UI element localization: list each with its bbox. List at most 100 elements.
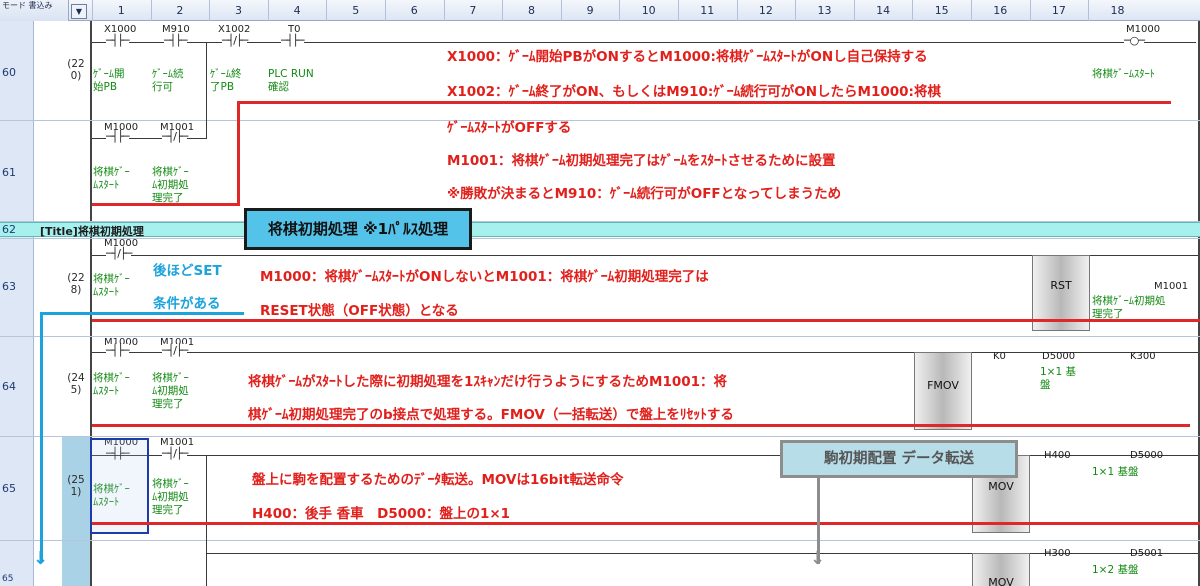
no-contact-icon[interactable]: ─┤├─ <box>164 34 187 47</box>
note-set-later: 後ほどSET <box>153 263 222 279</box>
no-contact-icon[interactable]: ─┤├─ <box>281 34 304 47</box>
mov-instruction[interactable]: MOV <box>972 553 1030 586</box>
comment: 1×1 基盤 <box>1092 466 1139 478</box>
column-separator <box>443 0 445 21</box>
column-separator <box>1088 0 1090 21</box>
nc-contact-icon[interactable]: ─┤/├─ <box>162 344 188 357</box>
column-number: 7 <box>469 4 477 17</box>
nc-contact-icon[interactable]: ─┤/├─ <box>162 447 188 460</box>
column-number: 13 <box>817 4 832 17</box>
annotation-line <box>237 101 1171 104</box>
cursor-selection[interactable] <box>90 438 149 534</box>
column-separator <box>150 0 152 21</box>
operand-k300[interactable]: K300 <box>1130 351 1156 362</box>
column-separator <box>385 0 386 21</box>
operand-d5000[interactable]: D5000 <box>1130 450 1163 461</box>
operand-d5000[interactable]: D5000 <box>1042 351 1075 362</box>
callout-piece-placement: 駒初期配置 データ転送 <box>780 440 1018 478</box>
column-separator <box>912 0 914 21</box>
note-x1000: X1000：ｹﾞｰﾑ開始PBがONするとM1000:将棋ｹﾞｰﾑｽﾀｰﾄがONし… <box>447 49 928 65</box>
column-number: 15 <box>934 4 949 17</box>
rung-wire <box>206 553 972 554</box>
comment: 将棋ｹﾞｰ ﾑ初期処 理完了 <box>152 478 189 516</box>
note-fmov: 棋ｹﾞｰﾑ初期処理完了のb接点で処理する。FMOV（一括転送）で盤上をﾘｾｯﾄす… <box>248 407 734 423</box>
column-number: 8 <box>527 4 535 17</box>
filter-dropdown-icon[interactable]: ▼ <box>71 4 87 19</box>
step-address: (22 0) <box>67 58 85 82</box>
column-number: 5 <box>352 4 360 17</box>
column-separator <box>795 0 797 21</box>
column-number: 16 <box>993 4 1008 17</box>
note-m1000-reset: M1000：将棋ｹﾞｰﾑｽﾀｰﾄがONしないとM1001：将棋ｹﾞｰﾑ初期処理完… <box>260 269 709 285</box>
column-number: 2 <box>176 4 184 17</box>
column-separator <box>1029 0 1031 21</box>
nc-contact-icon[interactable]: ─┤/├─ <box>162 130 188 143</box>
comment: 1×2 基盤 <box>1092 564 1139 576</box>
step-address: (22 8) <box>67 272 85 296</box>
rung-wire <box>1090 255 1198 256</box>
annotation-line <box>92 203 240 206</box>
operand-k0[interactable]: K0 <box>993 351 1006 362</box>
step-address: (24 5) <box>67 372 85 396</box>
column-separator <box>92 0 93 21</box>
note-m1001: M1001：将棋ｹﾞｰﾑ初期処理完了はｹﾞｰﾑをｽﾀｰﾄさせるために設置 <box>447 153 836 169</box>
step-number: 62 <box>2 223 16 236</box>
note-x1002: X1002：ｹﾞｰﾑ終了がON、もしくはM910:ｹﾞｰﾑ続行可がONしたらM1… <box>447 84 941 100</box>
step-number: 65 <box>2 482 16 495</box>
comment: PLC RUN 確認 <box>268 68 314 93</box>
column-number: 18 <box>1110 4 1125 17</box>
arrow-down-icon: ↓ <box>33 548 49 569</box>
row-separator <box>0 540 1200 541</box>
no-contact-icon[interactable]: ─┤├─ <box>106 34 129 47</box>
column-number: 10 <box>641 4 656 17</box>
nc-contact-icon[interactable]: ─┤/├─ <box>106 247 132 260</box>
comment: ｹﾞｰﾑ続 行可 <box>152 68 184 93</box>
no-contact-icon[interactable]: ─┤├─ <box>106 344 129 357</box>
arrow-down-icon: ↓ <box>810 548 826 569</box>
column-number: 17 <box>1051 4 1066 17</box>
nc-contact-icon[interactable]: ─┤/├─ <box>222 34 248 47</box>
column-number: 14 <box>876 4 891 17</box>
operand-m1001[interactable]: M1001 <box>1154 281 1188 292</box>
note-mov: 盤上に駒を配置するためのﾃﾞｰﾀ転送。MOVは16bit転送命令 <box>252 472 624 488</box>
annotation-line <box>40 312 244 315</box>
column-separator <box>678 0 679 21</box>
step-number: 60 <box>2 66 16 79</box>
ladder-editor: モード 書込み ▼ 1 2 3 4 5 6 7 8 9 10 11 12 13 14 15 16 17 18 60… <box>0 0 1200 586</box>
rung-wire <box>92 255 1032 256</box>
rung-wire <box>92 352 914 353</box>
step-number: 61 <box>2 166 16 179</box>
step-number: 64 <box>2 380 16 393</box>
column-separator <box>619 0 621 21</box>
comment: 将棋ｹﾞｰ ﾑｽﾀｰﾄ <box>93 166 130 191</box>
selected-step-highlight <box>62 437 90 586</box>
step-column <box>0 21 34 586</box>
note-reset-state: RESET状態（OFF状態）となる <box>260 303 459 319</box>
coil-icon[interactable]: ─○─ <box>1124 34 1145 47</box>
operand-h400[interactable]: H400 <box>1044 450 1071 461</box>
step-address: (25 1) <box>67 474 85 498</box>
column-separator <box>267 0 269 21</box>
column-number: 9 <box>586 4 594 17</box>
annotation-line <box>92 319 1200 322</box>
column-separator <box>736 0 738 21</box>
no-contact-icon[interactable]: ─┤├─ <box>106 130 129 143</box>
comment: 将棋ｹﾞｰ ﾑｽﾀｰﾄ <box>93 372 130 397</box>
annotation-line <box>237 101 240 205</box>
comment: ｹﾞｰﾑ開 始PB <box>93 68 125 93</box>
comment: 1×1 基 盤 <box>1040 366 1076 391</box>
operand-d5001[interactable]: D5001 <box>1130 548 1163 559</box>
column-number: 1 <box>117 4 125 17</box>
fmov-instruction[interactable]: FMOV <box>914 352 972 430</box>
note-m910: ※勝敗が決まるとM910：ｹﾞｰﾑ続行可がOFFとなってしまうため <box>447 186 842 202</box>
column-number: 4 <box>293 4 301 17</box>
comment: 将棋ｹﾞｰ ﾑ初期処 理完了 <box>152 166 189 204</box>
operand-h300[interactable]: H300 <box>1044 548 1071 559</box>
branch-wire <box>206 455 207 586</box>
comment: ｹﾞｰﾑ終 了PB <box>210 68 242 93</box>
annotation-line <box>40 312 43 562</box>
callout-initial-process: 将棋初期処理 ※1ﾊﾟﾙｽ処理 <box>244 208 472 250</box>
note-condition: 条件がある <box>153 296 221 312</box>
title-row <box>0 222 1200 237</box>
rung-wire <box>92 42 1196 43</box>
